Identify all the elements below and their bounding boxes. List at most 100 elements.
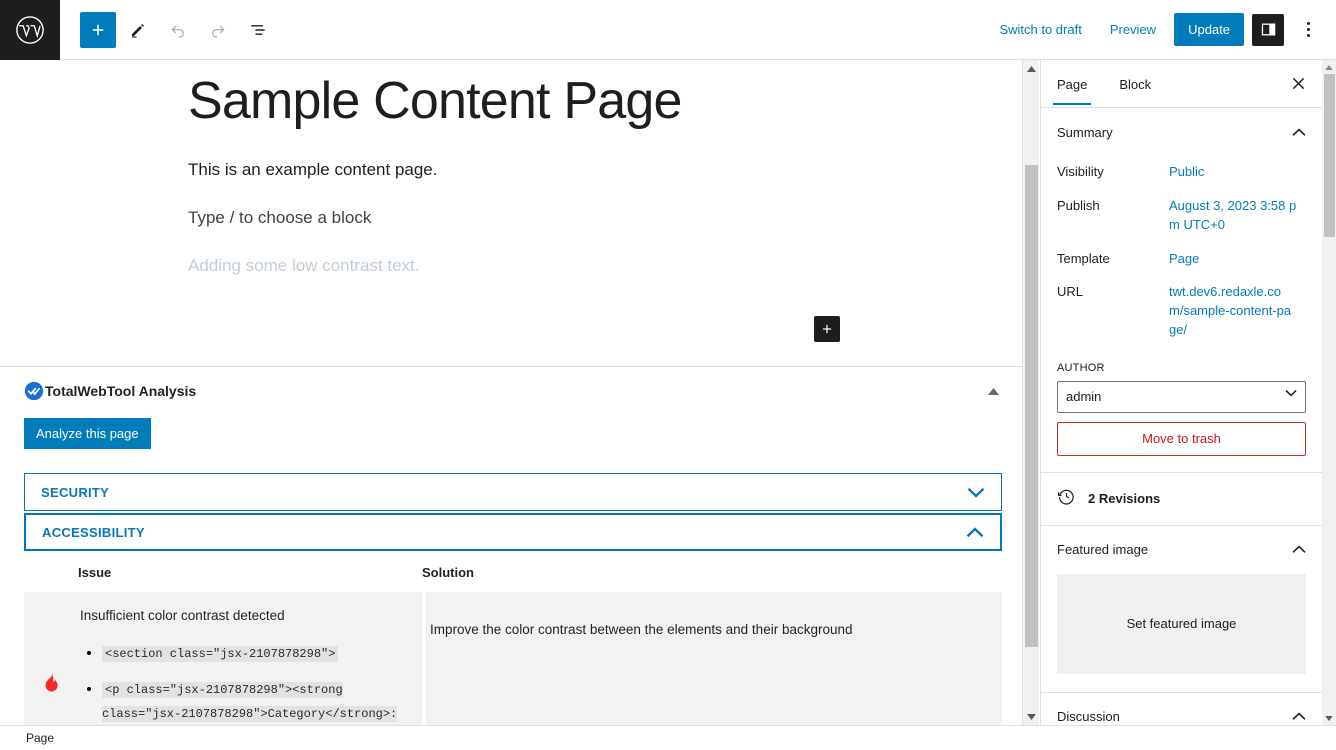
switch-to-draft-button[interactable]: Switch to draft: [989, 16, 1091, 43]
scrollbar-thumb[interactable]: [1025, 165, 1038, 647]
sidebar-section-featured-image: Featured image Set featured image: [1041, 526, 1322, 693]
preview-button[interactable]: Preview: [1100, 16, 1166, 43]
revision-clock-icon: [1057, 487, 1076, 511]
featured-image-title: Featured image: [1057, 542, 1149, 558]
toolbar-left-group: [60, 11, 276, 48]
publish-value[interactable]: August 3, 2023 3:58 pm UTC+0: [1169, 197, 1306, 235]
plus-icon: [92, 24, 104, 35]
list-item: <section class="jsx-2107878298">: [102, 641, 406, 665]
solution-cell: Improve the color contrast between the e…: [422, 592, 1002, 725]
low-contrast-paragraph-block[interactable]: Adding some low contrast text.: [0, 256, 1022, 276]
author-label: AUTHOR: [1057, 361, 1105, 374]
sidebar-section-summary: Summary Visibility Public Publish August…: [1041, 108, 1322, 473]
template-value[interactable]: Page: [1169, 250, 1199, 269]
three-dots-vertical-icon: [1306, 22, 1310, 25]
editor-vertical-scrollbar[interactable]: [1022, 60, 1039, 725]
close-sidebar-button[interactable]: [1282, 68, 1314, 100]
featured-image-header[interactable]: Featured image: [1057, 526, 1306, 574]
twt-accordion: SECURITY ACCESSIBILITY: [24, 473, 1002, 552]
wordpress-logo-button[interactable]: [0, 0, 60, 60]
triangle-up-icon: [987, 387, 999, 395]
scrollbar-down-arrow[interactable]: [1023, 708, 1040, 725]
inserter-row: [0, 316, 1022, 343]
block-inserter-button[interactable]: [814, 316, 840, 343]
sidebar-tabs: Page Block: [1041, 60, 1322, 108]
issue-cell: Insufficient color contrast detected <se…: [78, 592, 422, 725]
analyze-this-page-button[interactable]: Analyze this page: [24, 418, 151, 450]
update-button[interactable]: Update: [1174, 13, 1244, 46]
accordion-section-security[interactable]: SECURITY: [24, 473, 1002, 512]
undo-button[interactable]: [160, 12, 196, 48]
empty-block-placeholder[interactable]: Type / to choose a block: [0, 208, 1022, 228]
totalwebtool-analysis-panel: TotalWebTool Analysis Analyze this page …: [0, 366, 1022, 725]
discussion-header[interactable]: Discussion: [1057, 693, 1306, 725]
summary-title: Summary: [1057, 124, 1113, 140]
wordpress-logo-icon: [15, 15, 45, 45]
editor-status-bar: Page: [0, 725, 1336, 750]
red-flame-icon: [44, 672, 59, 697]
revisions-row[interactable]: 2 Revisions: [1057, 473, 1306, 525]
visibility-value[interactable]: Public: [1169, 163, 1204, 182]
author-select[interactable]: admin: [1057, 380, 1306, 413]
accessibility-issues-table: Issue Solution Insufficient color contra…: [24, 565, 1002, 725]
url-value[interactable]: twt.dev6.redaxle.com/sample-content-page…: [1169, 283, 1294, 340]
sidebar-section-discussion: Discussion: [1041, 693, 1322, 725]
code-snippet: <section class="jsx-2107878298">: [102, 646, 339, 663]
issue-snippet-list: <section class="jsx-2107878298"> <p clas…: [80, 641, 406, 725]
list-view-button[interactable]: [240, 12, 276, 48]
summary-row-url: URL twt.dev6.redaxle.com/sample-content-…: [1057, 276, 1306, 348]
sidebar-scrollbar-thumb[interactable]: [1324, 74, 1335, 237]
summary-section-header[interactable]: Summary: [1057, 108, 1306, 156]
sidebar-section-revisions: 2 Revisions: [1041, 473, 1322, 526]
chevron-up-icon: [1292, 712, 1306, 721]
blue-check-badge-icon: [24, 381, 44, 401]
settings-sidebar: Page Block Summary Visibility Public Pub…: [1040, 60, 1322, 725]
breadcrumb[interactable]: Page: [26, 731, 54, 745]
edit-tool-button[interactable]: [120, 12, 156, 48]
revisions-label: 2 Revisions: [1088, 491, 1161, 507]
severity-cell: [24, 592, 78, 725]
page-title[interactable]: Sample Content Page: [0, 60, 1022, 132]
sidebar-scroll-up-arrow[interactable]: [1322, 60, 1336, 74]
add-block-button[interactable]: [80, 11, 116, 48]
solution-text: Improve the color contrast between the e…: [430, 622, 853, 638]
paragraph-block[interactable]: This is an example content page.: [0, 160, 1022, 180]
tab-page[interactable]: Page: [1041, 62, 1103, 105]
block-editor-canvas: Sample Content Page This is an example c…: [0, 60, 1022, 343]
more-options-button[interactable]: [1292, 12, 1324, 48]
issue-title: Insufficient color contrast detected: [80, 608, 285, 624]
pencil-icon: [132, 23, 144, 38]
triangle-up-icon: [1027, 65, 1036, 72]
sidebar-scroll-down-arrow[interactable]: [1322, 711, 1336, 725]
redo-arrow-icon: [212, 25, 225, 38]
accordion-label-accessibility: ACCESSIBILITY: [42, 524, 145, 540]
set-featured-image-button[interactable]: Set featured image: [1057, 573, 1306, 674]
url-label: URL: [1057, 284, 1084, 300]
issues-table-header-row: Issue Solution: [24, 565, 1002, 592]
code-snippet: <p class="jsx-2107878298"><strong class=…: [102, 682, 398, 725]
list-item: <p class="jsx-2107878298"><strong class=…: [102, 677, 406, 725]
settings-sidebar-toggle[interactable]: [1252, 13, 1284, 46]
summary-row-visibility: Visibility Public: [1057, 156, 1306, 190]
sidebar-vertical-scrollbar[interactable]: [1322, 60, 1336, 725]
chevron-up-icon: [1292, 127, 1306, 137]
triangle-up-icon: [1325, 64, 1333, 70]
chevron-down-icon: [967, 487, 985, 498]
redo-button[interactable]: [200, 12, 236, 48]
triangle-down-icon: [1325, 715, 1333, 721]
move-to-trash-button[interactable]: Move to trash: [1057, 421, 1306, 456]
scrollbar-up-arrow[interactable]: [1023, 60, 1040, 77]
chevron-up-icon: [1292, 545, 1306, 554]
accordion-section-accessibility[interactable]: ACCESSIBILITY: [24, 513, 1002, 552]
author-select-wrapper: admin: [1057, 374, 1306, 413]
column-header-solution: Solution: [422, 565, 474, 581]
column-header-severity: [24, 565, 78, 580]
twt-panel-header: TotalWebTool Analysis: [24, 381, 1000, 401]
close-x-icon: [1292, 77, 1304, 90]
column-header-issue: Issue: [78, 565, 112, 581]
table-row: Insufficient color contrast detected <se…: [24, 592, 1002, 725]
tab-block[interactable]: Block: [1103, 62, 1167, 105]
twt-collapse-toggle[interactable]: [986, 384, 1000, 398]
plus-icon: [822, 325, 832, 334]
sidebar-panel-icon: [1261, 23, 1275, 36]
